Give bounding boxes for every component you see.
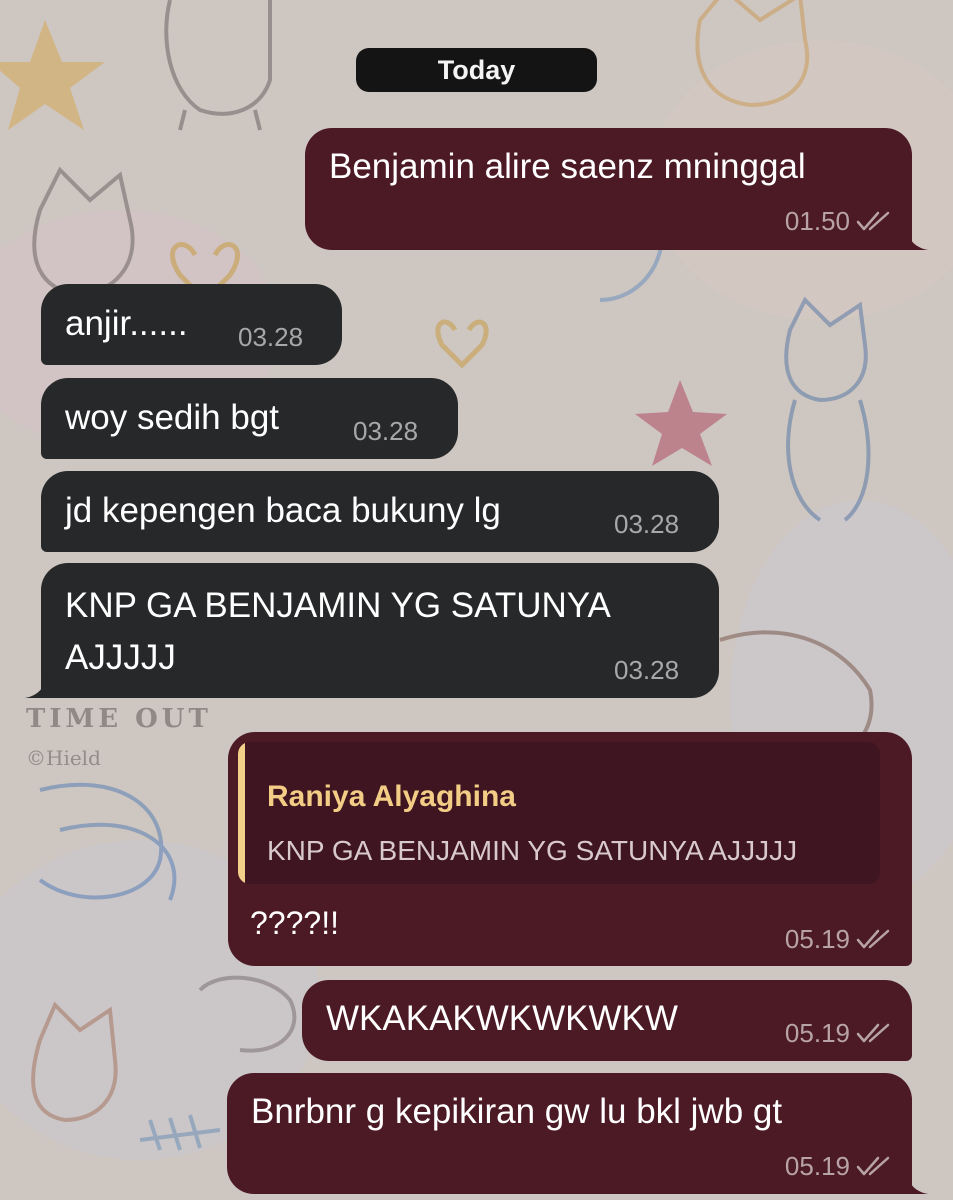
message-time: 03.28 bbox=[353, 416, 419, 446]
message-text-line: AJJJJJ bbox=[65, 638, 176, 677]
message-bubble-incoming[interactable]: woy sedih bgt 03.28 bbox=[41, 378, 458, 459]
message-time: 05.19 bbox=[784, 1018, 850, 1048]
message-bubble-incoming[interactable]: anjir...... 03.28 bbox=[41, 284, 342, 365]
message-bubble-outgoing[interactable]: Bnrbnr g kepikiran gw lu bkl jwb gt 05.1… bbox=[227, 1073, 912, 1194]
message-text: jd kepengen baca bukuny lg bbox=[65, 491, 501, 530]
reply-accent-bar bbox=[238, 742, 245, 884]
date-separator: Today bbox=[356, 48, 597, 92]
double-check-icon bbox=[856, 1156, 890, 1176]
reply-author: Raniya Alyaghina bbox=[267, 780, 516, 813]
bubble-tail bbox=[25, 676, 47, 698]
reply-preview[interactable]: Raniya Alyaghina KNP GA BENJAMIN YG SATU… bbox=[238, 742, 880, 884]
message-bubble-incoming[interactable]: jd kepengen baca bukuny lg 03.28 bbox=[41, 471, 719, 552]
message-meta: 05.19 bbox=[785, 1151, 890, 1181]
wallpaper-watermark: TIME OUT bbox=[26, 704, 212, 734]
message-bubble-outgoing-reply[interactable]: Raniya Alyaghina KNP GA BENJAMIN YG SATU… bbox=[228, 732, 912, 966]
message-text: WKAKAKWKWKWKW bbox=[326, 999, 678, 1038]
message-text: anjir...... bbox=[65, 304, 188, 343]
message-time: 01.50 bbox=[784, 206, 850, 236]
message-bubble-incoming[interactable]: KNP GA BENJAMIN YG SATUNYA AJJJJJ 03.28 bbox=[41, 563, 719, 698]
message-text: Benjamin alire saenz mninggal bbox=[329, 147, 806, 186]
bubble-tail bbox=[906, 1172, 928, 1194]
wallpaper-credit: ©Hield bbox=[26, 746, 101, 770]
double-check-icon bbox=[856, 929, 890, 949]
message-time: 03.28 bbox=[238, 322, 304, 352]
bubble-tail bbox=[906, 228, 928, 250]
message-meta: 03.28 bbox=[353, 416, 418, 446]
message-text: ????!! bbox=[250, 905, 339, 941]
message-time: 03.28 bbox=[614, 655, 680, 685]
message-bubble-outgoing[interactable]: WKAKAKWKWKWKW 05.19 bbox=[302, 980, 912, 1061]
message-text-line: KNP GA BENJAMIN YG SATUNYA bbox=[65, 586, 611, 625]
double-check-icon bbox=[856, 1023, 890, 1043]
message-time: 03.28 bbox=[614, 509, 680, 539]
message-meta: 03.28 bbox=[614, 655, 679, 685]
message-meta: 05.19 bbox=[785, 1018, 890, 1048]
message-time: 05.19 bbox=[784, 1151, 850, 1181]
double-check-icon bbox=[856, 211, 890, 231]
message-text: Bnrbnr g kepikiran gw lu bkl jwb gt bbox=[251, 1092, 783, 1131]
message-time: 05.19 bbox=[784, 924, 850, 954]
message-meta: 03.28 bbox=[614, 509, 679, 539]
message-meta: 05.19 bbox=[785, 924, 890, 954]
reply-quoted-text: KNP GA BENJAMIN YG SATUNYA AJJJJJ bbox=[267, 835, 798, 866]
message-meta: 03.28 bbox=[238, 322, 303, 352]
message-meta: 01.50 bbox=[785, 206, 890, 236]
message-bubble-outgoing[interactable]: Benjamin alire saenz mninggal 01.50 bbox=[305, 128, 912, 250]
message-text: woy sedih bgt bbox=[65, 398, 280, 437]
